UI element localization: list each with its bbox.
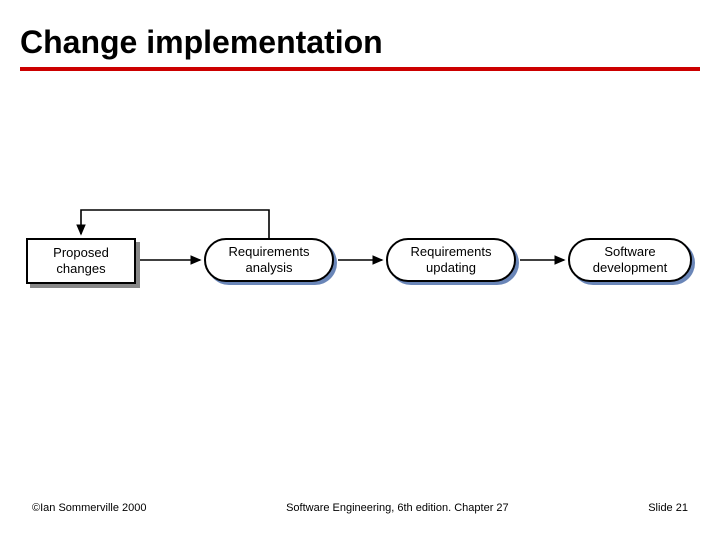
node-label-line: analysis xyxy=(246,260,293,276)
footer-copyright: ©Ian Sommerville 2000 xyxy=(32,502,147,514)
slide-title: Change implementation xyxy=(20,24,700,61)
slide-header: Change implementation xyxy=(20,24,700,71)
process-diagram: Proposed changes Requirements analysis R… xyxy=(20,190,700,330)
node-label-line: Software xyxy=(604,244,655,260)
node-label-line: development xyxy=(593,260,667,276)
node-label-line: Requirements xyxy=(229,244,310,260)
slide-footer: ©Ian Sommerville 2000 Software Engineeri… xyxy=(32,502,688,514)
node-requirements-analysis: Requirements analysis xyxy=(204,238,334,282)
footer-source: Software Engineering, 6th edition. Chapt… xyxy=(286,502,509,514)
title-underline xyxy=(20,67,700,71)
node-software-development: Software development xyxy=(568,238,692,282)
node-label-line: updating xyxy=(426,260,476,276)
node-requirements-updating: Requirements updating xyxy=(386,238,516,282)
node-proposed-changes: Proposed changes xyxy=(26,238,136,284)
node-label-line: Proposed xyxy=(53,245,109,261)
node-label-line: Requirements xyxy=(411,244,492,260)
node-label-line: changes xyxy=(56,261,105,277)
footer-slide-number: Slide 21 xyxy=(648,502,688,514)
